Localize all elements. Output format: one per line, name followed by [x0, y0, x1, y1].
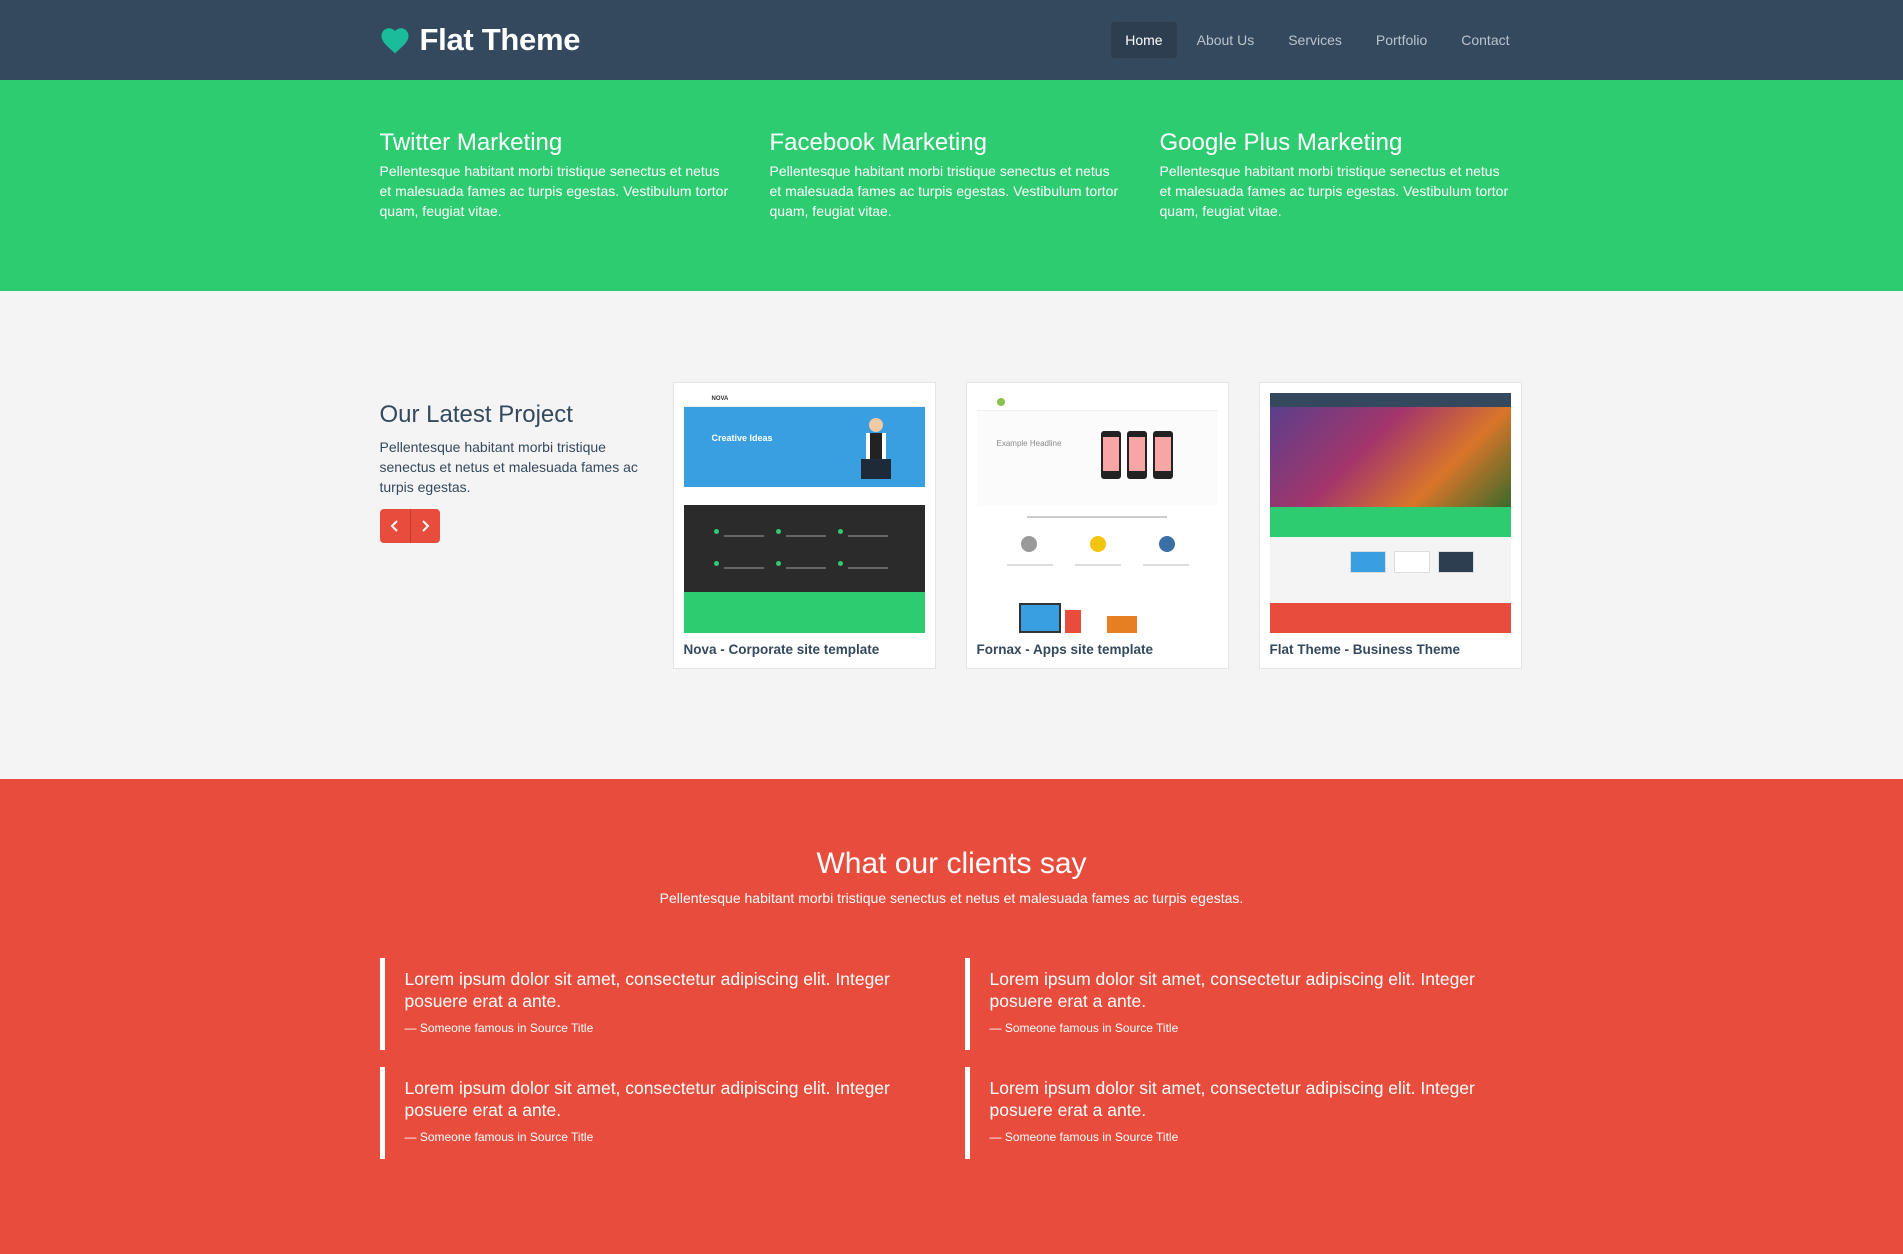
project-thumbnail[interactable]: Example Headline	[976, 393, 1218, 633]
project-thumbnail[interactable]	[1269, 393, 1511, 633]
testimonial-quote: Lorem ipsum dolor sit amet, consectetur …	[379, 1067, 965, 1159]
person-illustration	[860, 418, 891, 479]
chevron-right-icon	[422, 520, 430, 532]
chevron-left-icon	[390, 520, 398, 532]
testimonial-quote: Lorem ipsum dolor sit amet, consectetur …	[379, 958, 965, 1050]
projects-section: Our Latest Project Pellentesque habitant…	[0, 291, 1903, 779]
nav-home[interactable]: Home	[1111, 22, 1177, 58]
carousel-next-button[interactable]	[409, 509, 440, 543]
projects-title: Our Latest Project	[379, 401, 573, 428]
project-thumbnail[interactable]: NOVA Creative Ideas	[683, 393, 925, 633]
projects-text: Pellentesque habitant morbi tristique se…	[379, 439, 638, 495]
heart-icon	[381, 27, 408, 53]
testimonials-subtitle: Pellentesque habitant morbi tristique se…	[659, 890, 1244, 906]
project-card-nova[interactable]: NOVA Creative Ideas Nova - Corporate sit…	[672, 382, 936, 669]
testimonial-quote: Lorem ipsum dolor sit amet, consectetur …	[964, 1067, 1524, 1159]
project-card-title[interactable]: Nova - Corporate site template	[684, 642, 925, 657]
service-text: Pellentesque habitant morbi tristique se…	[379, 163, 729, 219]
testimonial-quotes: Lorem ipsum dolor sit amet, consectetur …	[379, 958, 1524, 1159]
testimonial-quote: Lorem ipsum dolor sit amet, consectetur …	[964, 958, 1524, 1050]
service-text: Pellentesque habitant morbi tristique se…	[769, 163, 1119, 219]
nav-about-us[interactable]: About Us	[1183, 22, 1269, 58]
thumbnail-hero-text: Example Headline	[996, 439, 1062, 448]
service-twitter: Twitter Marketing Pellentesque habitant …	[380, 129, 734, 221]
project-card-title[interactable]: Fornax - Apps site template	[977, 642, 1218, 657]
project-card-title[interactable]: Flat Theme - Business Theme	[1270, 642, 1511, 657]
main-nav: Home About Us Services Portfolio Contact	[1111, 22, 1523, 58]
project-card-fornax[interactable]: Example Headline Fornax - Apps site temp…	[965, 382, 1229, 669]
service-facebook: Facebook Marketing Pellentesque habitant…	[770, 129, 1124, 221]
project-card-flat-theme[interactable]: Flat Theme - Business Theme	[1258, 382, 1522, 669]
site-header: Flat Theme Home About Us Services Portfo…	[0, 0, 1903, 80]
testimonials-section: What our clients say Pellentesque habita…	[0, 779, 1903, 1254]
nav-contact[interactable]: Contact	[1447, 22, 1523, 58]
brand-title: Flat Theme	[419, 22, 581, 57]
nav-portfolio[interactable]: Portfolio	[1362, 22, 1441, 58]
quote-source: — Someone famous in Source Title	[989, 1021, 1179, 1035]
quote-text: Lorem ipsum dolor sit amet, consectetur …	[989, 1078, 1475, 1120]
service-google-plus: Google Plus Marketing Pellentesque habit…	[1160, 129, 1514, 221]
projects-intro: Our Latest Project Pellentesque habitant…	[379, 382, 646, 669]
service-text: Pellentesque habitant morbi tristique se…	[1159, 163, 1509, 219]
thumbnail-hero-text: Creative Ideas	[711, 433, 773, 443]
quote-source: — Someone famous in Source Title	[404, 1021, 594, 1035]
testimonials-title: What our clients say	[816, 847, 1087, 880]
service-title: Twitter Marketing	[379, 129, 563, 156]
carousel-prev-button[interactable]	[379, 509, 410, 543]
project-cards: NOVA Creative Ideas Nova - Corporate sit…	[672, 382, 1522, 669]
service-title: Facebook Marketing	[769, 129, 987, 156]
nav-services[interactable]: Services	[1274, 22, 1356, 58]
service-title: Google Plus Marketing	[1159, 129, 1403, 156]
quote-text: Lorem ipsum dolor sit amet, consectetur …	[989, 969, 1475, 1011]
quote-text: Lorem ipsum dolor sit amet, consectetur …	[404, 1078, 890, 1120]
quote-source: — Someone famous in Source Title	[404, 1130, 594, 1144]
services-section: Twitter Marketing Pellentesque habitant …	[0, 80, 1903, 291]
brand-link[interactable]: Flat Theme	[380, 22, 581, 58]
carousel-controls	[379, 509, 440, 543]
quote-text: Lorem ipsum dolor sit amet, consectetur …	[404, 969, 890, 1011]
quote-source: — Someone famous in Source Title	[989, 1130, 1179, 1144]
